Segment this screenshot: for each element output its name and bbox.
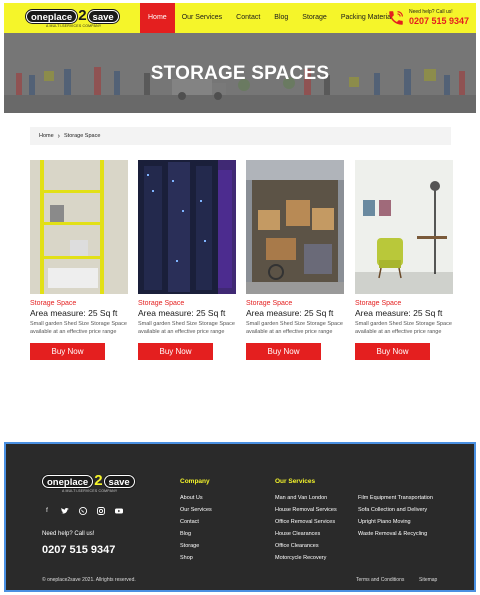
logo-word-2: save xyxy=(87,9,119,23)
card-title: Area measure: 25 Sq ft xyxy=(30,308,118,318)
terms-link[interactable]: Terms and Conditions xyxy=(356,577,404,583)
footer-service-link[interactable]: Upright Piano Moving xyxy=(358,516,433,528)
footer-link-shop[interactable]: Shop xyxy=(180,552,212,564)
logo-word-1: oneplace xyxy=(26,9,78,23)
footer-link-about-us[interactable]: About Us xyxy=(180,492,212,504)
site-logo[interactable]: oneplace 2 save A MULTI-SERVICES COMPANY xyxy=(26,7,119,29)
site-footer: oneplace 2 save A MULTI-SERVICES COMPANY… xyxy=(4,442,476,592)
card-image-room-chair[interactable] xyxy=(355,160,453,294)
instagram-icon[interactable] xyxy=(96,506,106,516)
services-links-col-1: Man and Van London House Removal Service… xyxy=(275,492,337,564)
footer-service-link[interactable]: Sofa Collection and Delivery xyxy=(358,504,433,516)
nav-home[interactable]: Home xyxy=(140,3,175,33)
card-description: Small garden Shed Size Storage Space ava… xyxy=(355,321,452,335)
footer-logo-digit: 2 xyxy=(94,472,103,489)
card-image-server-room[interactable] xyxy=(138,160,236,294)
hero-banner: STORAGE SPACES xyxy=(4,33,476,113)
footer-logo-word-2: save xyxy=(103,474,135,488)
buy-now-button[interactable]: Buy Now xyxy=(355,343,430,360)
chevron-right-icon: › xyxy=(57,132,61,140)
card-description: Small garden Shed Size Storage Space ava… xyxy=(246,321,343,335)
call-number[interactable]: 0207 515 9347 xyxy=(409,16,469,27)
phone-icon xyxy=(389,11,403,25)
footer-service-link[interactable]: Office Clearances xyxy=(275,540,337,552)
breadcrumb-home[interactable]: Home xyxy=(39,133,54,139)
youtube-icon[interactable] xyxy=(114,506,124,516)
logo-digit: 2 xyxy=(78,7,87,24)
footer-service-link[interactable]: House Removal Services xyxy=(275,504,337,516)
company-links: About Us Our Services Contact Blog Stora… xyxy=(180,492,212,564)
call-box[interactable]: Need help? Call us! 0207 515 9347 xyxy=(387,9,469,27)
copyright-text: © oneplace2save 2021. Allrights reserved… xyxy=(42,577,136,583)
twitter-icon[interactable] xyxy=(60,506,70,516)
services-links-col-2: Film Equipment Transportation Sofa Colle… xyxy=(358,492,433,540)
footer-service-link[interactable]: House Clearances xyxy=(275,528,337,540)
company-heading: Company xyxy=(180,478,210,485)
storage-card: Storage Space Area measure: 25 Sq ft Sma… xyxy=(355,160,453,360)
card-category[interactable]: Storage Space xyxy=(246,299,344,308)
card-category[interactable]: Storage Space xyxy=(30,299,128,308)
breadcrumb: Home › Storage Space xyxy=(30,127,451,145)
footer-service-link[interactable]: Motorcycle Recovery xyxy=(275,552,337,564)
footer-phone-number[interactable]: 0207 515 9347 xyxy=(42,544,115,556)
buy-now-button[interactable]: Buy Now xyxy=(246,343,321,360)
sitemap-link[interactable]: Sitemap xyxy=(419,577,437,583)
whatsapp-icon[interactable] xyxy=(78,506,88,516)
footer-logo[interactable]: oneplace 2 save A MULTI-SERVICES COMPANY xyxy=(42,472,135,493)
main-nav: Home Our Services Contact Blog Storage P… xyxy=(140,3,400,33)
footer-service-link[interactable]: Film Equipment Transportation xyxy=(358,492,433,504)
footer-link-contact[interactable]: Contact xyxy=(180,516,212,528)
facebook-icon[interactable]: f xyxy=(42,506,52,516)
footer-service-link[interactable]: Office Removal Services xyxy=(275,516,337,528)
footer-link-blog[interactable]: Blog xyxy=(180,528,212,540)
card-description: Small garden Shed Size Storage Space ava… xyxy=(30,321,127,335)
footer-link-our-services[interactable]: Our Services xyxy=(180,504,212,516)
storage-card: Storage Space Area measure: 25 Sq ft Sma… xyxy=(246,160,344,360)
top-header: oneplace 2 save A MULTI-SERVICES COMPANY… xyxy=(4,3,476,33)
nav-contact[interactable]: Contact xyxy=(229,3,267,33)
buy-now-button[interactable]: Buy Now xyxy=(30,343,105,360)
footer-link-storage[interactable]: Storage xyxy=(180,540,212,552)
card-title: Area measure: 25 Sq ft xyxy=(355,308,443,318)
social-links: f xyxy=(42,506,132,516)
breadcrumb-current: Storage Space xyxy=(64,133,101,139)
nav-blog[interactable]: Blog xyxy=(267,3,295,33)
footer-service-link[interactable]: Man and Van London xyxy=(275,492,337,504)
logo-tagline: A MULTI-SERVICES COMPANY xyxy=(46,24,102,28)
card-title: Area measure: 25 Sq ft xyxy=(138,308,226,318)
storage-card: Storage Space Area measure: 25 Sq ft Sma… xyxy=(30,160,128,360)
hero-title: STORAGE SPACES xyxy=(150,63,330,84)
call-label: Need help? Call us! xyxy=(409,9,453,15)
footer-need-help: Need help? Call us! xyxy=(42,531,95,537)
card-image-yellow-shelf[interactable] xyxy=(30,160,128,294)
footer-logo-tagline: A MULTI-SERVICES COMPANY xyxy=(62,489,118,493)
footer-service-link[interactable]: Waste Removal & Recycling xyxy=(358,528,433,540)
footer-logo-word-1: oneplace xyxy=(42,474,94,488)
card-image-storage-unit[interactable] xyxy=(246,160,344,294)
buy-now-button[interactable]: Buy Now xyxy=(138,343,213,360)
nav-our-services[interactable]: Our Services xyxy=(175,3,229,33)
card-title: Area measure: 25 Sq ft xyxy=(246,308,334,318)
card-description: Small garden Shed Size Storage Space ava… xyxy=(138,321,235,335)
services-heading: Our Services xyxy=(275,478,316,485)
card-category[interactable]: Storage Space xyxy=(138,299,236,308)
storage-card: Storage Space Area measure: 25 Sq ft Sma… xyxy=(138,160,236,360)
nav-storage[interactable]: Storage xyxy=(295,3,334,33)
card-category[interactable]: Storage Space xyxy=(355,299,453,308)
